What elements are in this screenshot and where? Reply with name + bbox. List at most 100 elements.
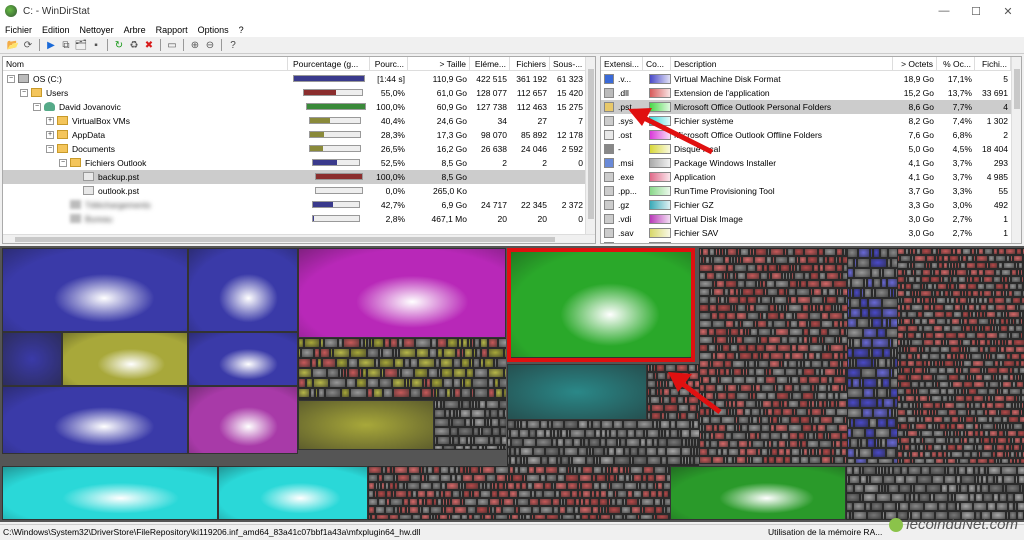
tree-cell-items: 422 515 xyxy=(476,74,507,84)
extension-row[interactable]: .sys Fichier système 8,2 Go 7,4% 1 302 xyxy=(601,114,1021,128)
copy-icon[interactable]: ⧉ xyxy=(59,38,73,52)
tree-row[interactable]: Bureau 2,8% 467,1 Mo 20 20 0 xyxy=(3,212,595,226)
tree-expand-toggle[interactable]: − xyxy=(7,75,15,83)
tree-expand-toggle[interactable]: − xyxy=(46,145,54,153)
tree-row[interactable]: Téléchargements 42,7% 6,9 Go 24 717 22 345 2 … xyxy=(3,198,595,212)
minimize-button[interactable]: — xyxy=(928,0,960,22)
tree-header-2[interactable]: Pourc... xyxy=(370,57,408,71)
tree-expand-toggle[interactable]: − xyxy=(33,103,41,111)
tree-header-1[interactable]: Pourcentage (g... xyxy=(290,57,370,71)
zoom-in-icon[interactable]: ⊕ xyxy=(188,38,202,52)
extension-row[interactable]: .sav Fichier SAV 3,0 Go 2,7% 1 xyxy=(601,226,1021,240)
play-icon[interactable]: ▶ xyxy=(44,38,58,52)
tree-expand-toggle[interactable]: + xyxy=(46,117,54,125)
extension-cell-desc: Virtual Disk Image xyxy=(674,214,743,224)
menu-arbre[interactable]: Arbre xyxy=(119,25,151,35)
extension-name: .sav xyxy=(618,228,634,238)
tree-row[interactable]: backup.pst 100,0% 8,5 Go xyxy=(3,170,595,184)
extension-cell-files: 492 xyxy=(993,200,1008,210)
extension-header-4[interactable]: % Oc... xyxy=(937,57,975,71)
tree-vertical-scrollbar[interactable] xyxy=(585,57,595,243)
tree-header-4[interactable]: Eléme... xyxy=(470,57,510,71)
extension-header-3[interactable]: > Octets xyxy=(893,57,937,71)
extension-row[interactable]: .ost Microsoft Office Outlook Offline Fol… xyxy=(601,128,1021,142)
extension-row[interactable]: .msi Package Windows Installer 4,1 Go 3,7% 2… xyxy=(601,156,1021,170)
tree-cell-subdirs xyxy=(550,184,586,198)
extension-row[interactable]: .pdf Adobe Acrobat Document2,4 Go2,2%3 09… xyxy=(601,240,1021,243)
menu-options[interactable]: Options xyxy=(193,25,234,35)
tree-cell-files xyxy=(510,170,550,184)
tree-row[interactable]: − Documents 26,5% 16,2 Go 26 638 24 046 2 592 xyxy=(3,142,595,156)
extension-cell-bytes: 4,1 Go xyxy=(908,158,934,168)
tree-cell-items: 24 717 xyxy=(481,200,507,210)
watermark-badge-icon xyxy=(889,517,904,532)
percentage-bar xyxy=(303,89,363,96)
extension-cell-bytes: 18,9 Go xyxy=(903,74,934,84)
help-icon[interactable]: ? xyxy=(226,38,240,52)
percentage-bar-fill xyxy=(304,90,336,95)
extension-row[interactable]: - Disque local 5,0 Go 4,5% 18 404 xyxy=(601,142,1021,156)
percentage-bar-fill xyxy=(313,160,338,165)
sys-block xyxy=(218,466,368,520)
extension-cell-pct: 3,7% xyxy=(952,172,972,182)
tree-row[interactable]: outlook.pst 0,0% 265,0 Ko xyxy=(3,184,595,198)
tree-cell-size: 8,5 Go xyxy=(441,158,467,168)
tree-header-6[interactable]: Sous-... xyxy=(550,57,586,71)
refresh-icon[interactable]: ⟳ xyxy=(21,38,35,52)
extension-row[interactable]: .exe Application 4,1 Go 3,7% 4 985 xyxy=(601,170,1021,184)
cmd-icon[interactable]: ▪ xyxy=(89,38,103,52)
tree-header-3[interactable]: > Taille xyxy=(408,57,470,71)
menu-fichier[interactable]: Fichier xyxy=(0,25,37,35)
extension-cell-desc: Fichier système xyxy=(674,116,734,126)
tree-expand-toggle[interactable]: − xyxy=(20,89,28,97)
delete-icon[interactable]: ✖ xyxy=(142,38,156,52)
maximize-button[interactable]: ☐ xyxy=(960,0,992,22)
open-icon[interactable]: 📂 xyxy=(6,38,20,52)
extension-row[interactable]: .dll Extension de l'application 15,2 Go 13,… xyxy=(601,86,1021,100)
extension-row[interactable]: .gz Fichier GZ 3,3 Go 3,0% 492 xyxy=(601,198,1021,212)
extension-row[interactable]: .pst Microsoft Office Outlook Personal Fo… xyxy=(601,100,1021,114)
zoom-out-icon[interactable]: ⊖ xyxy=(203,38,217,52)
menu-?[interactable]: ? xyxy=(234,25,249,35)
sav-block xyxy=(62,332,188,386)
extension-header-5[interactable]: Fichi... xyxy=(975,57,1011,71)
tree-header-0[interactable]: Nom xyxy=(3,57,288,71)
extension-header-0[interactable]: Extensi... xyxy=(601,57,643,71)
extension-header-2[interactable]: Description xyxy=(671,57,893,71)
color-swatch xyxy=(649,130,671,140)
extension-name: .exe xyxy=(618,172,635,182)
tree-row[interactable]: − Fichiers Outlook 52,5% 8,5 Go 2 2 0 xyxy=(3,156,595,170)
file-type-icon xyxy=(604,102,614,112)
extension-cell-pct: 7,7% xyxy=(952,102,972,112)
tree-cell-subdirs: 15 275 xyxy=(557,102,583,112)
tree-cell-items: 34 xyxy=(497,116,507,126)
tree-item-name: OS (C:) xyxy=(33,74,62,84)
extension-cell-desc: RunTime Provisioning Tool xyxy=(674,186,775,196)
tree-row[interactable]: + AppData 28,3% 17,3 Go 98 070 85 892 12 178 xyxy=(3,128,595,142)
tree-item-name: Téléchargements xyxy=(85,200,151,210)
tree-row[interactable]: − OS (C:) [1:44 s] 110,9 Go 422 515 361 192 61… xyxy=(3,72,595,86)
recycle-icon[interactable]: ♻ xyxy=(127,38,141,52)
tree-row[interactable]: − Users 55,0% 61,0 Go 128 077 112 657 15 420 xyxy=(3,86,595,100)
tree-expand-toggle[interactable]: + xyxy=(46,131,54,139)
menu-edition[interactable]: Edition xyxy=(37,25,75,35)
tree-row[interactable]: + VirtualBox VMs 40,4% 24,6 Go 34 27 7 xyxy=(3,114,595,128)
extension-row[interactable]: .vdi Virtual Disk Image 3,0 Go 2,7% 1 xyxy=(601,212,1021,226)
extension-header-1[interactable]: Co... xyxy=(643,57,671,71)
extension-row[interactable]: .pp... RunTime Provisioning Tool 3,7 Go 3,3… xyxy=(601,184,1021,198)
extension-cell-files: 5 xyxy=(1003,74,1008,84)
properties-icon[interactable]: ▭ xyxy=(165,38,179,52)
status-memory: Utilisation de la mémoire RA... xyxy=(768,527,883,537)
explorer-icon[interactable]: 🗂 xyxy=(74,38,88,52)
menu-nettoyer[interactable]: Nettoyer xyxy=(75,25,119,35)
extension-row[interactable]: .v... Virtual Machine Disk Format 18,9 Go 1… xyxy=(601,72,1021,86)
tree-horizontal-scrollbar[interactable] xyxy=(3,234,595,243)
tree-cell-pct: 0,0% xyxy=(385,186,405,196)
tree-expand-toggle[interactable]: − xyxy=(59,159,67,167)
menu-rapport[interactable]: Rapport xyxy=(151,25,193,35)
extension-vertical-scrollbar[interactable] xyxy=(1011,57,1021,243)
refresh-all-icon[interactable]: ↻ xyxy=(112,38,126,52)
close-button[interactable]: ✕ xyxy=(992,0,1024,22)
tree-row[interactable]: − David Jovanovic 100,0% 60,9 Go 127 738 112 … xyxy=(3,100,595,114)
tree-header-5[interactable]: Fichiers xyxy=(510,57,550,71)
